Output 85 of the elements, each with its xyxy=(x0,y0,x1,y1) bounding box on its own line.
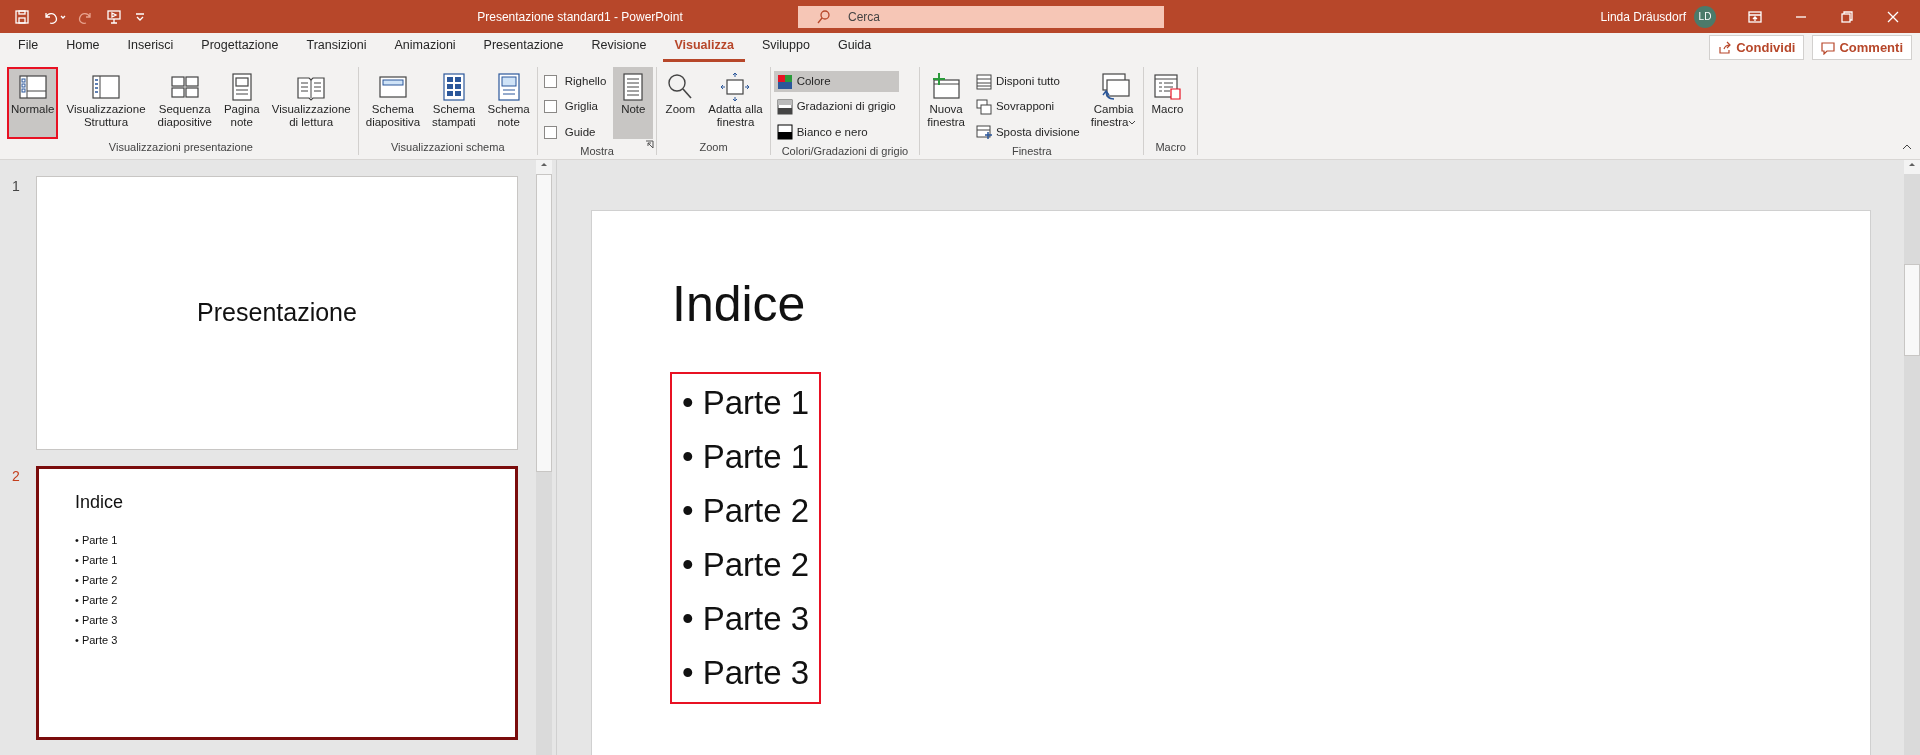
slide-thumbnail[interactable]: Presentazione xyxy=(36,176,518,450)
bullet-item: • Parte 1 xyxy=(75,533,119,548)
share-icon xyxy=(1718,40,1733,55)
share-button[interactable]: Condividi xyxy=(1709,34,1805,61)
slide-number: 1 xyxy=(11,177,21,196)
ribbon-button[interactable]: Note xyxy=(613,67,654,139)
ribbon-button[interactable]: Macro xyxy=(1147,67,1188,139)
bullet-item: • Parte 3 xyxy=(75,633,119,648)
color-icon xyxy=(776,73,793,90)
ribbon-button[interactable]: Colore xyxy=(773,71,899,93)
scrollbar-thumb[interactable] xyxy=(1904,264,1920,356)
ribbon-button[interactable]: Adatta alla finestra xyxy=(704,67,767,139)
checkbox[interactable]: Griglia xyxy=(540,96,610,118)
group-label: Visualizzazioni presentazione xyxy=(107,140,254,155)
slide-thumbnail[interactable]: Indice • Parte 1 • Parte 1 • Parte 2 • Parte 2 • Parte 3 • Parte 3 xyxy=(36,466,518,740)
close-icon[interactable] xyxy=(1886,9,1900,24)
bullet-item[interactable]: • Parte 2 xyxy=(682,538,810,592)
contrast-icon xyxy=(776,124,793,141)
ribbon-button[interactable]: Normale xyxy=(7,67,59,139)
group-label: Macro xyxy=(1154,140,1187,155)
ribbon-button[interactable]: Nuova finestra xyxy=(923,67,969,139)
save-icon[interactable] xyxy=(14,8,30,25)
window-title: Presentazione standard1 - PowerPoint xyxy=(476,8,684,26)
group-label: Zoom xyxy=(698,140,729,155)
slide-number: 2 xyxy=(11,467,21,486)
slide-title: Indice xyxy=(75,491,125,514)
ribbon-button[interactable]: Sovrapponi xyxy=(972,96,1083,118)
group-label: Visualizzazioni schema xyxy=(390,140,506,155)
ribbon-button[interactable]: Schema diapositiva xyxy=(361,67,425,139)
comment-icon xyxy=(1821,40,1836,55)
fit-icon xyxy=(719,71,752,103)
bullet-item[interactable]: • Parte 3 xyxy=(682,646,810,700)
collapse-icon[interactable] xyxy=(1902,142,1912,151)
ribbon-button[interactable]: Pagina note xyxy=(219,67,264,139)
ribbon-tab[interactable]: Sviluppo xyxy=(750,33,821,62)
window-icon xyxy=(975,124,992,141)
ribbon-button[interactable]: Visualizzazione di lettura xyxy=(267,67,355,139)
group-label: Mostra xyxy=(579,143,615,159)
bullet-item: • Parte 2 xyxy=(75,573,119,588)
user-avatar[interactable]: LD xyxy=(1694,5,1716,28)
ribbon-button[interactable]: Gradazioni di grigio xyxy=(773,96,899,118)
ribbon-button[interactable]: Schema stampati xyxy=(428,67,480,139)
ribbon-button[interactable]: Cambia finestra xyxy=(1086,67,1141,139)
user-name: Linda Dräusdorf xyxy=(1600,8,1686,26)
ribbon-button[interactable]: Sposta divisione xyxy=(972,121,1083,143)
window-icon xyxy=(975,98,992,115)
ribbon-tab[interactable]: Home xyxy=(55,33,111,62)
search-field[interactable]: Cerca xyxy=(798,5,1164,28)
ribbon-tab[interactable]: Inserisci xyxy=(116,33,185,62)
slide-title[interactable]: Indice xyxy=(672,267,1870,342)
bullet-item: • Parte 2 xyxy=(75,593,119,608)
ribbon-tab[interactable]: Presentazione xyxy=(472,33,575,62)
ribbon-button[interactable]: Sequenza diapositive xyxy=(153,67,216,139)
bullet-item[interactable]: • Parte 2 xyxy=(682,484,810,538)
group-label: Finestra xyxy=(1010,143,1053,159)
checkbox[interactable]: Guide xyxy=(540,121,610,143)
bullet-item[interactable]: • Parte 3 xyxy=(682,592,810,646)
search-icon xyxy=(816,8,832,25)
bullet-item[interactable]: • Parte 1 xyxy=(682,376,810,430)
comments-button[interactable]: Commenti xyxy=(1812,34,1912,61)
scrollbar-thumb[interactable] xyxy=(536,174,552,472)
ribbon-button[interactable]: Disponi tutto xyxy=(972,71,1083,93)
macro-icon xyxy=(1151,71,1184,103)
ribbon-tab[interactable]: Guida xyxy=(826,33,883,62)
bullet-item[interactable]: • Parte 1 xyxy=(682,430,810,484)
dialog-launcher-icon[interactable] xyxy=(645,140,655,150)
bullet-item: • Parte 1 xyxy=(75,553,119,568)
slide-title: Presentazione xyxy=(197,297,357,329)
bullet-item: • Parte 3 xyxy=(75,613,119,628)
ribbon-tab[interactable]: Revisione xyxy=(580,33,658,62)
ribbon-button[interactable]: Visualizzazione Struttura xyxy=(62,67,150,139)
ribbon-button[interactable]: Bianco e nero xyxy=(773,121,899,143)
group-label: Colori/Gradazioni di grigio xyxy=(780,143,910,159)
ribbon-display-icon[interactable] xyxy=(1748,9,1762,24)
restore-icon[interactable] xyxy=(1840,9,1854,24)
ribbon-tab[interactable]: Progettazione xyxy=(190,33,290,62)
ribbon-button[interactable]: Schema note xyxy=(483,67,534,139)
ribbon-tab[interactable]: File xyxy=(7,33,50,62)
grayscale-icon xyxy=(776,98,793,115)
window-icon xyxy=(975,73,992,90)
checkbox[interactable]: Righello xyxy=(540,71,610,93)
ribbon-tab[interactable]: Transizioni xyxy=(295,33,378,62)
presentation-icon[interactable] xyxy=(106,8,122,25)
ribbon-button[interactable]: Zoom xyxy=(660,67,701,139)
ribbon-tab[interactable]: Animazioni xyxy=(383,33,467,62)
